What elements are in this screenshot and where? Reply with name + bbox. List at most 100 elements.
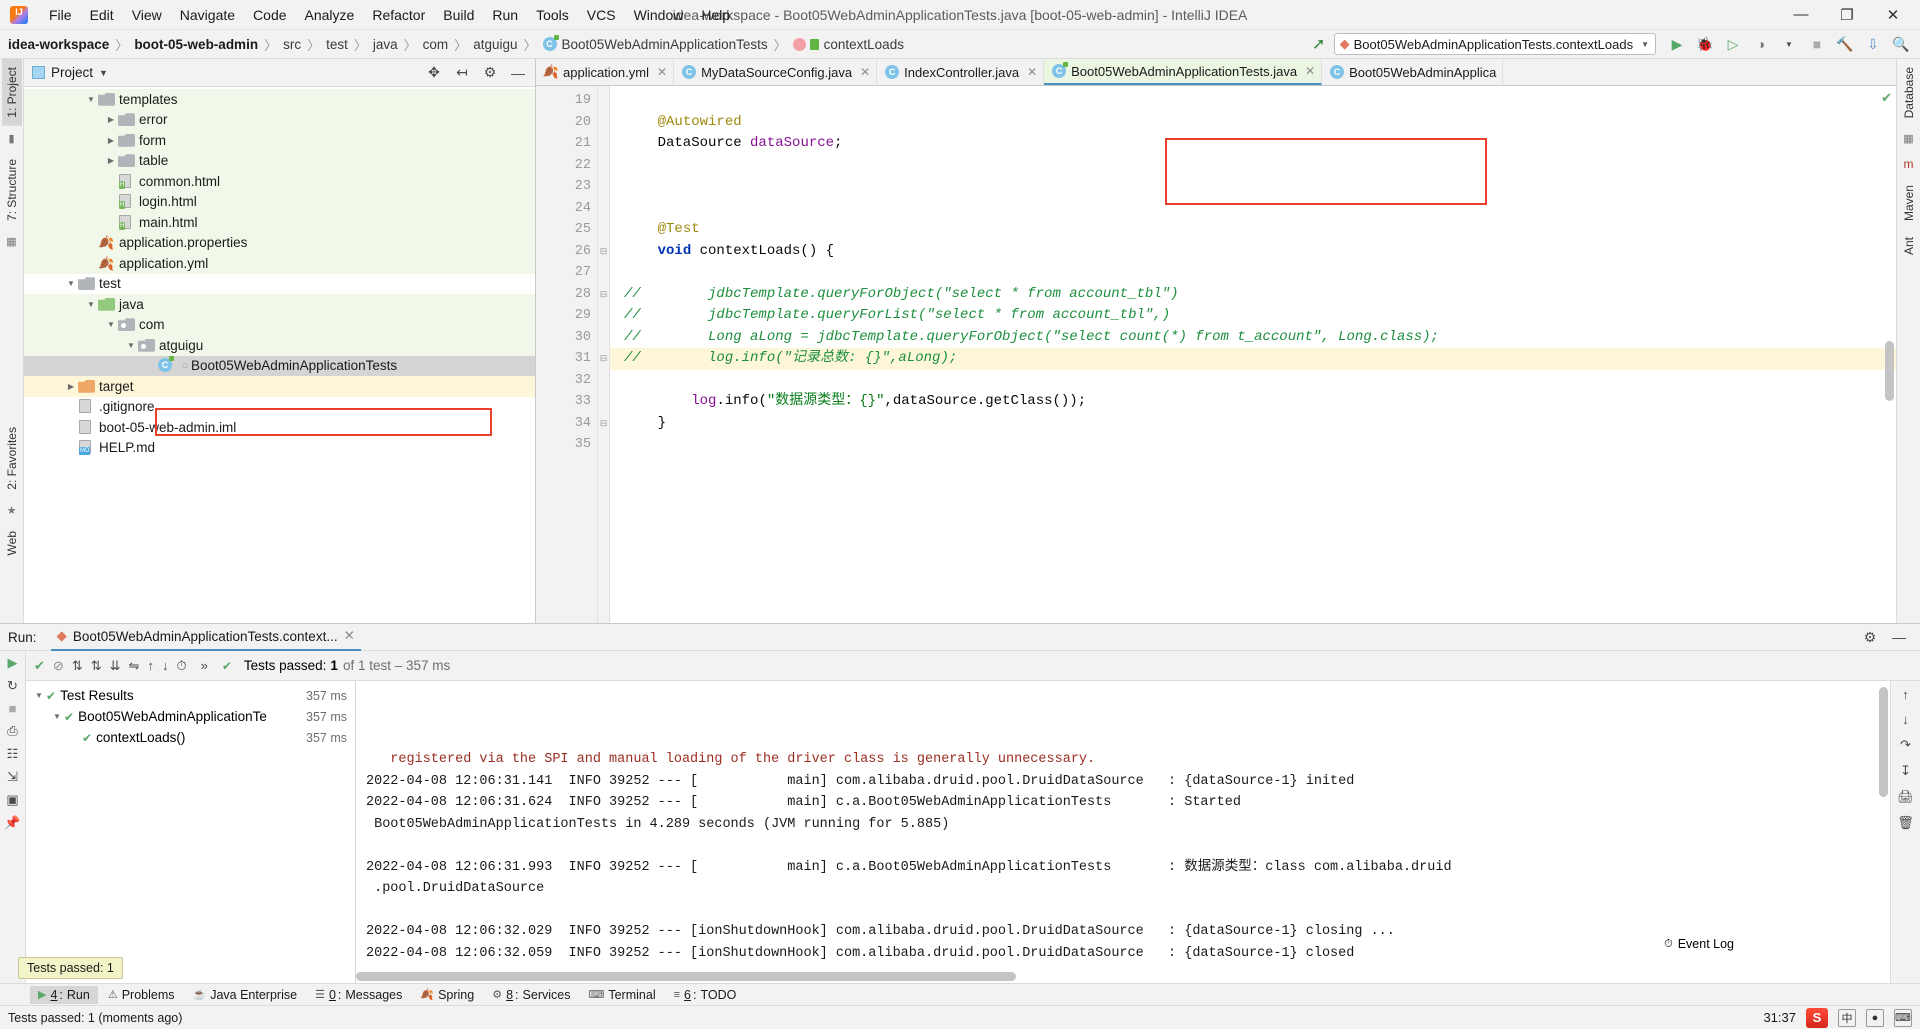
editor-tab-application-yml[interactable]: 🍂application.yml✕: [536, 59, 674, 85]
rerun-failed-icon[interactable]: ↻: [7, 678, 18, 694]
code-line[interactable]: }: [610, 413, 1896, 435]
close-icon[interactable]: ✕: [344, 628, 355, 644]
menu-item-build[interactable]: Build: [434, 4, 483, 26]
code-line[interactable]: void contextLoads() {: [610, 241, 1896, 263]
tree-node-error[interactable]: error: [24, 110, 535, 131]
scroll-down-icon[interactable]: ↓: [1902, 712, 1909, 727]
print-icon[interactable]: 🖨: [1897, 789, 1914, 805]
code-folding-gutter[interactable]: ⊟⊟⊟⊟: [598, 86, 610, 623]
tree-expand-arrow-icon[interactable]: [124, 341, 138, 350]
export-icon[interactable]: ⇲: [7, 769, 18, 785]
filter-icon[interactable]: ☷: [7, 746, 19, 762]
tree-node-boot-05-web-admin-iml[interactable]: boot-05-web-admin.iml: [24, 417, 535, 438]
update-project-button[interactable]: ⇩: [1860, 32, 1886, 56]
menu-item-code[interactable]: Code: [244, 4, 295, 26]
console-output[interactable]: registered via the SPI and manual loadin…: [356, 681, 1890, 983]
fold-marker-icon[interactable]: ⊟: [598, 348, 609, 370]
toolwindow-button-java-enterprise[interactable]: ☕Java Enterprise: [185, 986, 306, 1004]
tree-node-application-yml[interactable]: 🍂application.yml: [24, 253, 535, 274]
editor-tab-boot05webadminapplicationtests-java[interactable]: CBoot05WebAdminApplicationTests.java✕: [1044, 59, 1322, 85]
source-code[interactable]: @Autowired DataSource dataSource; @Test …: [610, 86, 1896, 623]
tree-node--gitignore[interactable]: .gitignore: [24, 397, 535, 418]
editor-tab-boot05webadminapplica[interactable]: CBoot05WebAdminApplica: [1322, 59, 1503, 85]
tree-node-atguigu[interactable]: atguigu: [24, 335, 535, 356]
sidebar-item-web[interactable]: Web: [2, 523, 22, 563]
breadcrumb-item-boot05webadminapplicationtests[interactable]: CBoot05WebAdminApplicationTests: [543, 37, 768, 52]
tree-expand-arrow-icon[interactable]: [104, 115, 118, 124]
menu-item-vcs[interactable]: VCS: [578, 4, 625, 26]
editor-vertical-scrollbar[interactable]: [1885, 341, 1894, 401]
run-configuration-selector[interactable]: ◆ Boot05WebAdminApplicationTests.context…: [1334, 33, 1656, 55]
breadcrumb-item-test[interactable]: test: [326, 37, 348, 52]
menu-item-window[interactable]: Window: [625, 4, 693, 26]
ime-language-icon[interactable]: 中: [1838, 1009, 1856, 1027]
soft-wrap-icon[interactable]: ↷: [1900, 737, 1911, 753]
sidebar-item-structure[interactable]: 7: Structure: [2, 151, 22, 229]
expand-toolbar-icon[interactable]: »: [195, 658, 214, 673]
toolwindow-button-messages[interactable]: ☰0:Messages: [307, 986, 410, 1004]
maximize-button[interactable]: ❐: [1824, 0, 1870, 30]
tree-expand-arrow-icon[interactable]: [64, 279, 78, 288]
toolwindow-button-run[interactable]: ▶4:Run: [30, 986, 98, 1004]
gear-icon[interactable]: ⚙: [1857, 625, 1883, 649]
build-button[interactable]: 🔨: [1832, 32, 1858, 56]
minimize-button[interactable]: —: [1778, 0, 1824, 30]
fold-marker-icon[interactable]: ⊟: [598, 413, 609, 435]
tree-node-common-html[interactable]: Hcommon.html: [24, 171, 535, 192]
event-log-button[interactable]: ⏱ Event Log: [1664, 937, 1734, 951]
code-line[interactable]: @Autowired: [610, 112, 1896, 134]
test-tree-node[interactable]: ✔Test Results357 ms: [26, 685, 355, 706]
layout-icon[interactable]: ▣: [6, 792, 18, 808]
code-line[interactable]: @Test: [610, 219, 1896, 241]
breadcrumb-item-idea-workspace[interactable]: idea-workspace: [8, 37, 109, 52]
tree-node-com[interactable]: com: [24, 315, 535, 336]
tree-expand-arrow-icon[interactable]: [64, 382, 78, 391]
tree-node-table[interactable]: table: [24, 151, 535, 172]
menu-item-file[interactable]: File: [40, 4, 81, 26]
collapse-all-icon[interactable]: ⇋: [129, 658, 140, 674]
toolwindow-button-problems[interactable]: ⚠Problems: [100, 986, 183, 1004]
test-tree-node[interactable]: ✔contextLoads()357 ms: [26, 727, 355, 748]
tree-node-templates[interactable]: templates: [24, 89, 535, 110]
make-project-icon[interactable]: ➚: [1306, 32, 1332, 56]
toolwindow-button-services[interactable]: ⚙8:Services: [484, 986, 578, 1004]
history-icon[interactable]: ⏱: [176, 658, 186, 674]
close-icon[interactable]: ✕: [857, 65, 870, 79]
rerun-icon[interactable]: ▶: [8, 655, 18, 671]
code-line[interactable]: [610, 262, 1896, 284]
breadcrumb-item-com[interactable]: com: [423, 37, 449, 52]
ime-keyboard-icon[interactable]: ⌨: [1894, 1009, 1912, 1027]
code-line[interactable]: [610, 155, 1896, 177]
show-ignored-icon[interactable]: ⊘: [53, 658, 64, 674]
timer-value[interactable]: 31:37: [1763, 1010, 1796, 1025]
ime-punctuation-icon[interactable]: ●: [1866, 1009, 1884, 1027]
tree-node-boot05webadminapplicationtests[interactable]: C○Boot05WebAdminApplicationTests: [24, 356, 535, 377]
code-editor[interactable]: 1920212223242526272829303132333435 ⊟⊟⊟⊟ …: [536, 86, 1896, 623]
close-icon[interactable]: ✕: [654, 65, 667, 79]
tree-node-form[interactable]: form: [24, 130, 535, 151]
hide-icon[interactable]: —: [1886, 625, 1912, 649]
menu-item-tools[interactable]: Tools: [527, 4, 578, 26]
tree-node-target[interactable]: target: [24, 376, 535, 397]
search-everywhere-icon[interactable]: 🔍: [1888, 32, 1914, 56]
close-icon[interactable]: ✕: [1302, 64, 1315, 78]
test-results-tree[interactable]: ✔Test Results357 ms✔Boot05WebAdminApplic…: [26, 681, 356, 983]
debug-button[interactable]: 🐞: [1692, 32, 1718, 56]
hide-icon[interactable]: —: [505, 61, 531, 85]
next-failed-icon[interactable]: ↓: [162, 658, 169, 673]
code-line[interactable]: DataSource dataSource;: [610, 133, 1896, 155]
console-horizontal-scrollbar[interactable]: [356, 972, 1016, 981]
menu-item-run[interactable]: Run: [483, 4, 527, 26]
sort-by-duration-icon[interactable]: ⇅: [91, 658, 102, 674]
code-line[interactable]: // jdbcTemplate.queryForObject("select *…: [610, 284, 1896, 306]
scroll-to-end-icon[interactable]: ↧: [1900, 763, 1911, 779]
code-line[interactable]: [610, 176, 1896, 198]
screenshot-icon[interactable]: ⎙: [7, 723, 17, 739]
stop-icon[interactable]: ■: [9, 701, 17, 716]
code-line[interactable]: log.info("数据源类型：{}",dataSource.getClass(…: [610, 391, 1896, 413]
menu-item-refactor[interactable]: Refactor: [363, 4, 434, 26]
sidebar-item-favorites[interactable]: 2: Favorites: [2, 419, 22, 498]
tree-node-main-html[interactable]: Hmain.html: [24, 212, 535, 233]
tree-expand-arrow-icon[interactable]: [32, 691, 46, 700]
toolwindow-button-spring[interactable]: 🍂Spring: [412, 986, 482, 1004]
